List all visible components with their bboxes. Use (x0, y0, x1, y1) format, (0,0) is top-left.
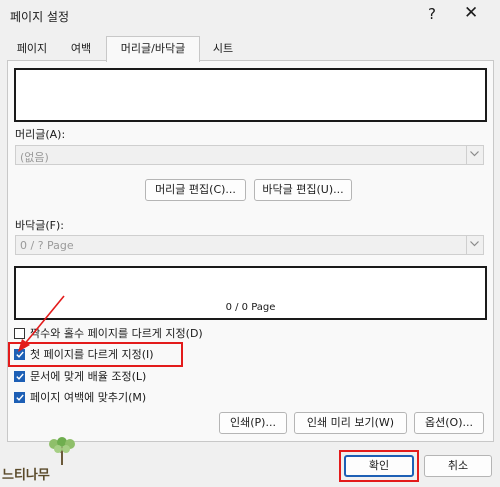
edit-footer-button[interactable]: 바닥글 편집(U)... (254, 179, 352, 201)
print-button[interactable]: 인쇄(P)... (219, 412, 287, 434)
checkbox-box[interactable] (14, 371, 25, 382)
highlight-box-ok (339, 450, 419, 482)
tab-sheet[interactable]: 시트 (201, 38, 245, 59)
window-title: 페이지 설정 (10, 10, 70, 24)
options-button[interactable]: 옵션(O)... (414, 412, 484, 434)
checkbox-label: 문서에 맞게 배율 조정(L) (30, 370, 147, 383)
checkbox-box[interactable] (14, 328, 25, 339)
checkbox-box[interactable] (14, 392, 25, 403)
highlight-box-first-page (8, 342, 183, 367)
checkbox-label: 페이지 여백에 맞추기(M) (30, 391, 147, 404)
header-dropdown[interactable]: (없음) (15, 145, 484, 165)
tree-icon (49, 437, 75, 465)
checkbox-label: 짝수와 홀수 페이지를 다르게 지정(D) (30, 327, 203, 340)
footer-dropdown-value: 0 / ? Page (20, 239, 74, 252)
cancel-button[interactable]: 취소 (424, 455, 492, 477)
footer-preview: 0 / 0 Page (14, 266, 487, 320)
footer-preview-text: 0 / 0 Page (225, 302, 276, 313)
chevron-down-icon[interactable] (466, 146, 483, 164)
edit-header-button[interactable]: 머리글 편집(C)... (145, 179, 246, 201)
footer-label: 바닥글(F): (15, 219, 64, 232)
tab-header-footer[interactable]: 머리글/바닥글 (106, 36, 200, 62)
tab-page[interactable]: 페이지 (7, 38, 57, 59)
print-preview-button[interactable]: 인쇄 미리 보기(W) (294, 412, 407, 434)
header-label: 머리글(A): (15, 128, 66, 141)
watermark-logo: 느티나무 (2, 437, 90, 487)
chevron-down-icon[interactable] (466, 236, 483, 254)
title-bar: 페이지 설정 ? ✕ (0, 0, 500, 30)
footer-dropdown[interactable]: 0 / ? Page (15, 235, 484, 255)
logo-text: 느티나무 (2, 468, 50, 483)
tab-margins[interactable]: 여백 (59, 38, 103, 59)
header-preview (14, 68, 487, 122)
close-icon[interactable]: ✕ (464, 3, 478, 23)
help-icon[interactable]: ? (428, 5, 436, 23)
header-dropdown-value: (없음) (20, 151, 49, 164)
